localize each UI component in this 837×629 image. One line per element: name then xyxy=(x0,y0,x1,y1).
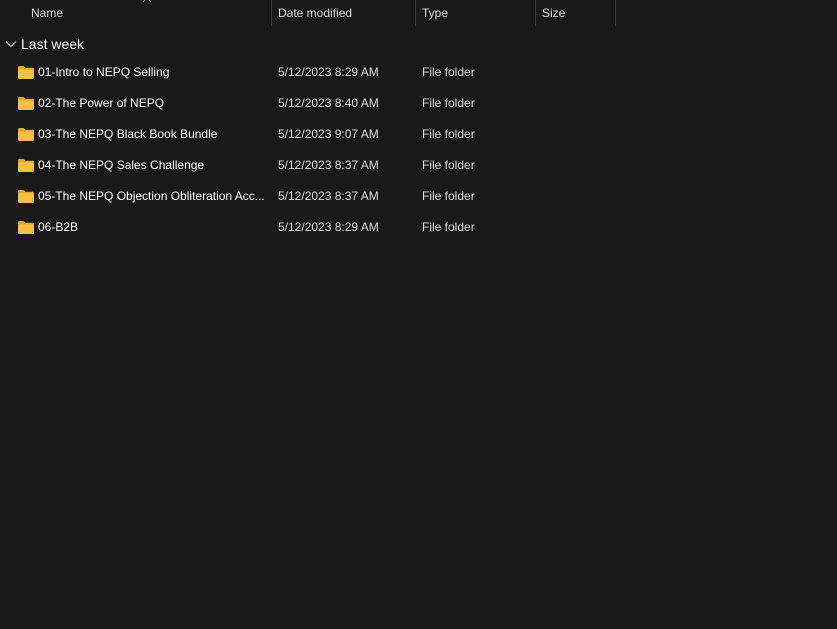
item-name: 04-The NEPQ Sales Challenge xyxy=(38,158,205,172)
column-header-bar: Name Date modified Type Size xyxy=(0,0,837,26)
item-name: 06-B2B xyxy=(38,220,79,234)
folder-icon xyxy=(18,128,34,141)
item-date-modified: 5/12/2023 9:07 AM xyxy=(278,127,379,141)
item-type: File folder xyxy=(422,189,475,203)
column-header-type-label: Type xyxy=(422,6,449,20)
group-header-label: Last week xyxy=(21,36,85,52)
chevron-down-icon[interactable] xyxy=(4,37,18,51)
item-type: File folder xyxy=(422,127,475,141)
item-type: File folder xyxy=(422,65,475,79)
folder-icon xyxy=(18,159,34,172)
item-type: File folder xyxy=(422,96,475,110)
column-header-date-modified[interactable]: Date modified xyxy=(272,0,416,26)
column-header-size[interactable]: Size xyxy=(536,0,616,26)
sort-ascending-icon xyxy=(142,0,152,3)
folder-icon xyxy=(18,221,34,234)
item-type: File folder xyxy=(422,158,475,172)
item-date-modified: 5/12/2023 8:29 AM xyxy=(278,220,379,234)
item-date-modified: 5/12/2023 8:37 AM xyxy=(278,158,379,172)
folder-icon xyxy=(18,190,34,203)
list-item[interactable]: 02-The Power of NEPQ 5/12/2023 8:40 AM F… xyxy=(0,88,837,119)
list-item[interactable]: 04-The NEPQ Sales Challenge 5/12/2023 8:… xyxy=(0,150,837,181)
folder-icon xyxy=(18,66,34,79)
folder-icon xyxy=(18,97,34,110)
item-type: File folder xyxy=(422,220,475,234)
item-date-modified: 5/12/2023 8:37 AM xyxy=(278,189,379,203)
list-item[interactable]: 01-Intro to NEPQ Selling 5/12/2023 8:29 … xyxy=(0,57,837,88)
item-name: 02-The Power of NEPQ xyxy=(38,96,165,110)
file-list: 01-Intro to NEPQ Selling 5/12/2023 8:29 … xyxy=(0,57,837,243)
group-header-last-week[interactable]: Last week xyxy=(4,33,84,55)
column-header-name[interactable]: Name xyxy=(0,0,272,26)
column-header-name-label: Name xyxy=(31,6,64,20)
column-header-size-label: Size xyxy=(542,6,566,20)
item-name: 05-The NEPQ Objection Obliteration Acc..… xyxy=(38,189,265,203)
item-date-modified: 5/12/2023 8:29 AM xyxy=(278,65,379,79)
item-date-modified: 5/12/2023 8:40 AM xyxy=(278,96,379,110)
list-item[interactable]: 06-B2B 5/12/2023 8:29 AM File folder xyxy=(0,212,837,243)
list-item[interactable]: 03-The NEPQ Black Book Bundle 5/12/2023 … xyxy=(0,119,837,150)
column-header-type[interactable]: Type xyxy=(416,0,536,26)
column-header-date-label: Date modified xyxy=(278,6,353,20)
item-name: 01-Intro to NEPQ Selling xyxy=(38,65,170,79)
file-explorer-view: Name Date modified Type Size Last week 0… xyxy=(0,0,837,629)
list-item[interactable]: 05-The NEPQ Objection Obliteration Acc..… xyxy=(0,181,837,212)
item-name: 03-The NEPQ Black Book Bundle xyxy=(38,127,218,141)
